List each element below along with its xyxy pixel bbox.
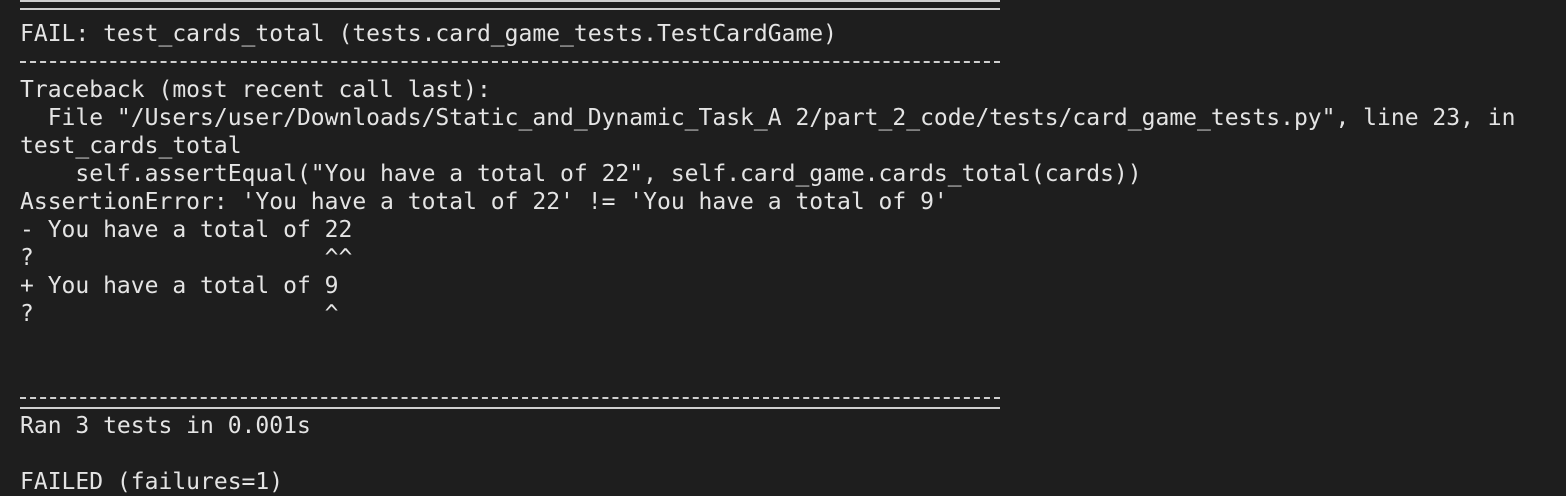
traceback-header: Traceback (most recent call last): — [20, 77, 491, 103]
diff-plus-line: + You have a total of 9 — [20, 273, 339, 299]
traceback-code-line: self.assertEqual("You have a total of 22… — [20, 161, 1142, 187]
diff-hint-line: ? ^^ — [20, 245, 353, 271]
diff-hint-line: ? ^ — [20, 301, 339, 327]
separator-line-bottom — [20, 407, 1000, 409]
traceback-function-name: test_cards_total — [20, 133, 242, 159]
fail-header: FAIL: test_cards_total (tests.card_game_… — [20, 21, 837, 47]
diff-minus-line: - You have a total of 22 — [20, 217, 353, 243]
terminal-output[interactable]: FAIL: test_cards_total (tests.card_game_… — [0, 0, 1566, 496]
separator-equals-top — [20, 0, 1000, 10]
ran-summary: Ran 3 tests in 0.001s — [20, 413, 311, 439]
assertion-error-line: AssertionError: 'You have a total of 22'… — [20, 189, 948, 215]
traceback-file-line: File "/Users/user/Downloads/Static_and_D… — [20, 105, 1516, 131]
separator-dashes-top — [20, 61, 1000, 63]
separator-dashes-bottom — [20, 397, 1000, 399]
failed-summary: FAILED (failures=1) — [20, 469, 284, 495]
